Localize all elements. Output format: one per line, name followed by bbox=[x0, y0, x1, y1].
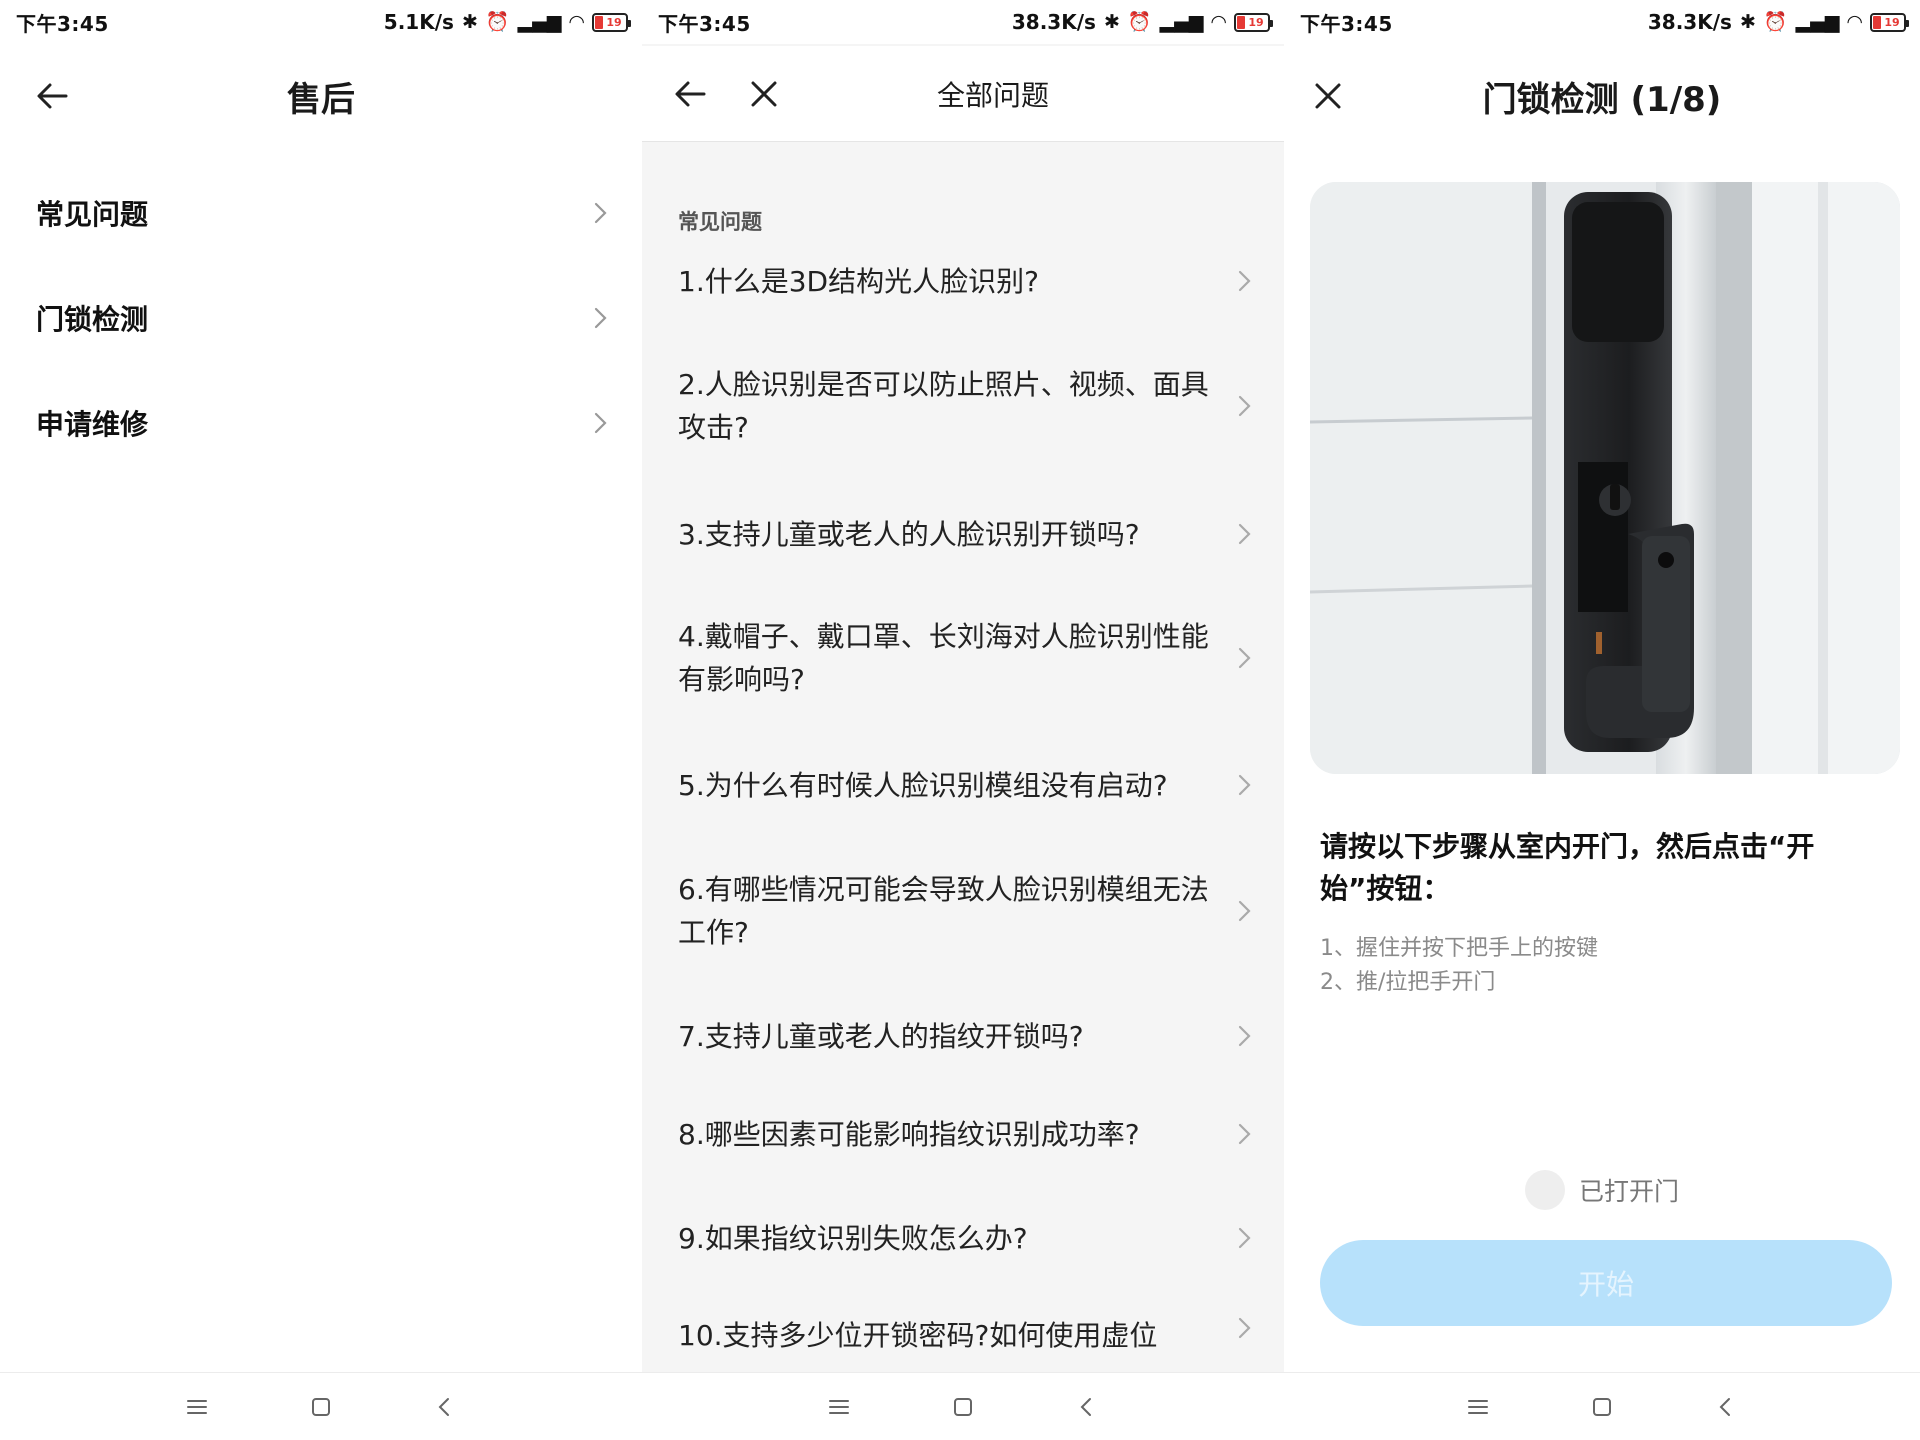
door-opened-checkbox[interactable]: 已打开门 bbox=[1284, 1170, 1920, 1210]
faq-item[interactable]: 5.为什么有时候人脸识别模组没有启动? bbox=[642, 738, 1284, 832]
hd-signal-icon: ▂▄▆ bbox=[1159, 10, 1204, 33]
back-icon[interactable] bbox=[431, 1393, 459, 1421]
wifi-icon: ◠ bbox=[569, 10, 584, 33]
faq-item[interactable]: 9.如果指纹识别失败怎么办? bbox=[642, 1186, 1284, 1290]
battery-icon: 19 bbox=[1234, 12, 1273, 32]
chevron-right-icon bbox=[1238, 1227, 1251, 1249]
faq-item[interactable]: 6.有哪些情况可能会导致人脸识别模组无法工作? bbox=[642, 832, 1284, 990]
chevron-right-icon bbox=[1238, 1317, 1251, 1339]
menu-icon[interactable] bbox=[1464, 1393, 1492, 1421]
menu-item-faq[interactable]: 常见问题 bbox=[0, 160, 642, 265]
faq-question: 8.哪些因素可能影响指纹识别成功率? bbox=[678, 1117, 1140, 1151]
status-time: 下午3:45 bbox=[1300, 11, 1393, 36]
menu-icon[interactable] bbox=[183, 1393, 211, 1421]
all-questions-screen: 下午3:45 38.3K/s ✱ ⏰ ▂▄▆ ◠ 19 全部问题 常见问题 1.… bbox=[642, 0, 1284, 1440]
chevron-right-icon bbox=[1238, 1123, 1251, 1145]
faq-item[interactable]: 3.支持儿童或老人的人脸识别开锁吗? bbox=[642, 490, 1284, 578]
faq-question: 1.什么是3D结构光人脸识别? bbox=[678, 264, 1039, 298]
network-speed: 38.3K/s bbox=[1011, 10, 1096, 34]
faq-question: 3.支持儿童或老人的人脸识别开锁吗? bbox=[678, 517, 1140, 551]
system-nav-bar bbox=[642, 1372, 1284, 1440]
chevron-right-icon bbox=[1238, 395, 1251, 417]
hd-signal-icon: ▂▄▆ bbox=[517, 10, 562, 33]
faq-item[interactable]: 4.戴帽子、戴口罩、长刘海对人脸识别性能有影响吗? bbox=[642, 578, 1284, 738]
header: 门锁检测 (1/8) bbox=[1284, 46, 1920, 146]
faq-question: 10.支持多少位开锁密码?如何使用虚位 bbox=[678, 1319, 1158, 1352]
wifi-icon: ◠ bbox=[1847, 10, 1862, 33]
alarm-icon: ⏰ bbox=[1763, 10, 1788, 33]
faq-item[interactable]: 1.什么是3D结构光人脸识别? bbox=[642, 240, 1284, 322]
header: 售后 bbox=[0, 46, 642, 146]
alarm-icon: ⏰ bbox=[485, 10, 510, 33]
bluetooth-icon: ✱ bbox=[1103, 10, 1120, 33]
back-icon[interactable] bbox=[1073, 1393, 1101, 1421]
status-time: 下午3:45 bbox=[658, 11, 751, 36]
after-sales-screen: 下午3:45 5.1K/s ✱ ⏰ ▂▄▆ ◠ 19 售后 常见问题 门锁检测 bbox=[0, 0, 642, 1440]
menu-item-label: 常见问题 bbox=[36, 197, 149, 231]
home-icon[interactable] bbox=[949, 1393, 977, 1421]
lock-check-screen: 下午3:45 38.3K/s ✱ ⏰ ▂▄▆ ◠ 19 门锁检测 (1/8) 请… bbox=[1284, 0, 1920, 1440]
chevron-right-icon bbox=[594, 412, 607, 433]
chevron-right-icon bbox=[1238, 270, 1251, 292]
faq-question: 4.戴帽子、戴口罩、长刘海对人脸识别性能有影响吗? bbox=[678, 620, 1209, 696]
wifi-icon: ◠ bbox=[1211, 10, 1226, 33]
after-sales-menu: 常见问题 门锁检测 申请维修 bbox=[0, 160, 642, 475]
home-icon[interactable] bbox=[307, 1393, 335, 1421]
chevron-right-icon bbox=[594, 307, 607, 328]
back-icon[interactable] bbox=[1712, 1393, 1740, 1421]
status-time: 下午3:45 bbox=[16, 11, 109, 36]
section-label: 常见问题 bbox=[678, 210, 762, 234]
chevron-right-icon bbox=[1238, 1025, 1251, 1047]
status-bar: 下午3:45 38.3K/s ✱ ⏰ ▂▄▆ ◠ 19 bbox=[1284, 0, 1920, 44]
step-item: 1、握住并按下把手上的按键 bbox=[1320, 936, 1598, 961]
bluetooth-icon: ✱ bbox=[461, 10, 478, 33]
network-speed: 38.3K/s bbox=[1647, 10, 1732, 34]
alarm-icon: ⏰ bbox=[1127, 10, 1152, 33]
step-item: 2、推/拉把手开门 bbox=[1320, 970, 1496, 995]
network-speed: 5.1K/s bbox=[383, 10, 454, 34]
battery-icon: 19 bbox=[1870, 12, 1909, 32]
checkbox-label: 已打开门 bbox=[1578, 1177, 1679, 1206]
chevron-right-icon bbox=[1238, 900, 1251, 922]
faq-item[interactable]: 2.人脸识别是否可以防止照片、视频、面具攻击? bbox=[642, 322, 1284, 490]
menu-icon[interactable] bbox=[825, 1393, 853, 1421]
page-title: 门锁检测 (1/8) bbox=[1482, 79, 1722, 120]
hd-signal-icon: ▂▄▆ bbox=[1795, 10, 1840, 33]
chevron-right-icon bbox=[594, 202, 607, 223]
battery-icon: 19 bbox=[592, 12, 631, 32]
chevron-right-icon bbox=[1238, 774, 1251, 796]
door-lock-illustration bbox=[1310, 182, 1900, 774]
faq-item[interactable]: 7.支持儿童或老人的指纹开锁吗? bbox=[642, 990, 1284, 1082]
faq-question: 6.有哪些情况可能会导致人脸识别模组无法工作? bbox=[678, 873, 1209, 949]
menu-item-lock-check[interactable]: 门锁检测 bbox=[0, 265, 642, 370]
faq-question: 2.人脸识别是否可以防止照片、视频、面具攻击? bbox=[678, 368, 1209, 444]
faq-question: 5.为什么有时候人脸识别模组没有启动? bbox=[678, 768, 1168, 802]
door-lock-image bbox=[1310, 182, 1900, 774]
start-button[interactable]: 开始 bbox=[1320, 1240, 1892, 1326]
instruction-text: 请按以下步骤从室内开门，然后点击“开始”按钮： bbox=[1320, 830, 1815, 905]
menu-item-label: 申请维修 bbox=[36, 407, 149, 441]
chevron-right-icon bbox=[1238, 647, 1251, 669]
menu-item-label: 门锁检测 bbox=[36, 302, 149, 336]
faq-list: 1.什么是3D结构光人脸识别? 2.人脸识别是否可以防止照片、视频、面具攻击? … bbox=[642, 240, 1284, 1390]
header: 全部问题 bbox=[642, 46, 1284, 142]
page-title: 售后 bbox=[287, 79, 355, 120]
checkbox-circle[interactable] bbox=[1524, 1170, 1565, 1210]
step-list: 1、握住并按下把手上的按键 2、推/拉把手开门 bbox=[1320, 932, 1598, 1000]
faq-item[interactable]: 8.哪些因素可能影响指纹识别成功率? bbox=[642, 1082, 1284, 1186]
status-bar: 下午3:45 5.1K/s ✱ ⏰ ▂▄▆ ◠ 19 bbox=[0, 0, 642, 44]
system-nav-bar bbox=[1284, 1372, 1920, 1440]
bluetooth-icon: ✱ bbox=[1739, 10, 1756, 33]
system-nav-bar bbox=[0, 1372, 642, 1440]
faq-question: 7.支持儿童或老人的指纹开锁吗? bbox=[678, 1019, 1084, 1053]
faq-question: 9.如果指纹识别失败怎么办? bbox=[678, 1221, 1028, 1255]
status-bar: 下午3:45 38.3K/s ✱ ⏰ ▂▄▆ ◠ 19 bbox=[642, 0, 1284, 44]
page-title: 全部问题 bbox=[936, 78, 1049, 112]
home-icon[interactable] bbox=[1588, 1393, 1616, 1421]
menu-item-repair[interactable]: 申请维修 bbox=[0, 370, 642, 475]
chevron-right-icon bbox=[1238, 523, 1251, 545]
